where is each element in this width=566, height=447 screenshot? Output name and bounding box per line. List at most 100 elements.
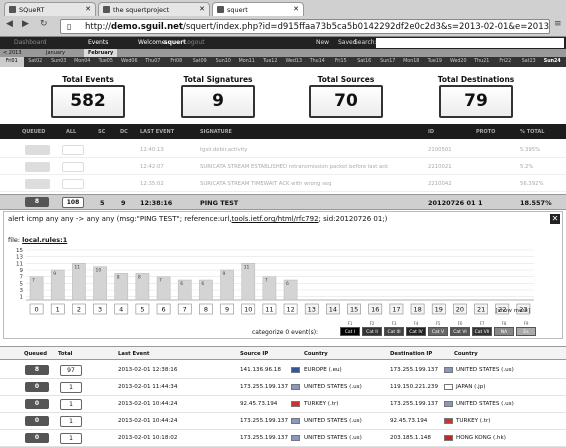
selected-event-row[interactable]: 8 108 5 9 12:38:16 PING TEST 20120726 01… — [0, 194, 566, 210]
category-button[interactable]: Cat VI — [450, 327, 470, 336]
queued-count-button[interactable]: 8 — [25, 365, 49, 375]
queued-count-button[interactable] — [25, 145, 50, 155]
event-row[interactable]: 12:42:07 SURICATA STREAM ESTABLISHED retr… — [0, 159, 566, 175]
category-button[interactable]: Cat V — [428, 327, 448, 336]
browser-tab-squert-active[interactable]: squert ✕ — [212, 2, 304, 16]
queued-count-button[interactable] — [25, 162, 50, 172]
category-button[interactable]: NA — [494, 327, 514, 336]
source-ip[interactable]: 173.255.199.137 — [240, 435, 288, 441]
category-button[interactable]: Cat I — [340, 327, 360, 336]
tab-events[interactable]: Events — [88, 39, 108, 46]
month-january[interactable]: January — [46, 50, 65, 56]
browser-tab-squert-1[interactable]: SQueRT ✕ — [4, 2, 96, 16]
close-tab-icon[interactable]: ✕ — [199, 5, 205, 13]
total-count-button[interactable]: 1 — [60, 399, 82, 410]
day-sun10[interactable]: Sun10 — [212, 57, 236, 67]
x-tick-label: 4 — [119, 306, 123, 314]
menu-icon[interactable]: ≡ — [554, 19, 562, 29]
day-fri15[interactable]: Fri15 — [329, 57, 353, 67]
forward-icon[interactable]: ▶ — [22, 19, 29, 29]
category-button[interactable]: Es — [516, 327, 536, 336]
queued-count-button[interactable]: 0 — [25, 382, 49, 392]
total-count-button[interactable]: 1 — [60, 433, 82, 444]
all-count-button[interactable] — [62, 145, 84, 155]
all-count-button[interactable] — [62, 162, 84, 172]
destination-ip[interactable]: 173.255.199.137 — [390, 367, 438, 373]
stat-label: Total Sources — [317, 75, 375, 84]
day-tue12[interactable]: Tue12 — [259, 57, 283, 67]
source-ip[interactable]: 173.255.199.137 — [240, 384, 288, 390]
day-sat16[interactable]: Sat16 — [353, 57, 377, 67]
day-wed06[interactable]: Wed06 — [118, 57, 142, 67]
day-mon04[interactable]: Mon04 — [71, 57, 95, 67]
day-thu14[interactable]: Thu14 — [306, 57, 330, 67]
total-count-button[interactable]: 97 — [60, 365, 82, 376]
total-count-button[interactable]: 1 — [60, 382, 82, 393]
close-tab-icon[interactable]: ✕ — [293, 5, 299, 13]
event-row[interactable]: 12:35:02 SURICATA STREAM TIMEWAIT ACK wit… — [0, 176, 566, 192]
year-nav[interactable]: < 2013 — [3, 50, 22, 56]
all-count-button[interactable] — [62, 179, 84, 189]
destination-ip[interactable]: 119.150.221.239 — [390, 384, 438, 390]
new-link[interactable]: New — [316, 39, 329, 46]
queued-count-button[interactable]: 0 — [25, 399, 49, 409]
day-wed20[interactable]: Wed20 — [447, 57, 471, 67]
x-tick-label: 13 — [308, 306, 316, 314]
browser-tab-squertproject[interactable]: the squertproject ✕ — [98, 2, 210, 16]
tab-dashboard[interactable]: Dashboard — [14, 39, 47, 46]
last-event-time: 2013-02-01 10:18:02 — [118, 435, 178, 441]
day-tue05[interactable]: Tue05 — [94, 57, 118, 67]
back-icon[interactable]: ◀ — [6, 19, 13, 29]
day-mon18[interactable]: Mon18 — [400, 57, 424, 67]
table-row[interactable]: 0 1 2013-02-01 10:44:24 173.255.199.137 UNIT… — [0, 413, 566, 430]
category-button[interactable]: Cat III — [384, 327, 404, 336]
category-button[interactable]: Cat IV — [406, 327, 426, 336]
day-tue19[interactable]: Tue19 — [423, 57, 447, 67]
month-february[interactable]: February — [84, 49, 118, 57]
address-bar[interactable]: ▯ http://demo.sguil.net/squert/index.php… — [60, 19, 550, 34]
day-fri22[interactable]: Fri22 — [494, 57, 518, 67]
day-sat23[interactable]: Sat23 — [517, 57, 541, 67]
event-row[interactable]: 12:40:13 tgsir.debir.activity 2100501 5.395… — [0, 142, 566, 158]
category-button[interactable]: Cat VII — [472, 327, 492, 336]
source-country: UNITED STATES (.us) — [304, 384, 362, 390]
stat-value: 70 — [309, 85, 383, 118]
destination-ip[interactable]: 173.255.199.137 — [390, 401, 438, 407]
day-thu21[interactable]: Thu21 — [470, 57, 494, 67]
queued-count-button[interactable]: 0 — [25, 416, 49, 426]
day-fri01[interactable]: Fri01 — [0, 57, 24, 67]
day-fri08[interactable]: Fri08 — [165, 57, 189, 67]
day-mon11[interactable]: Mon11 — [235, 57, 259, 67]
reference-link[interactable]: tools.ietf.org/html/rfc792 — [232, 215, 319, 223]
table-row[interactable]: 8 97 2013-02-01 12:38:16 141.136.96.18 EUROP… — [0, 362, 566, 379]
day-sun17[interactable]: Sun17 — [376, 57, 400, 67]
table-row[interactable]: 0 1 2013-02-01 10:18:02 173.255.199.137 UNIT… — [0, 430, 566, 447]
queued-count-button[interactable]: 8 — [25, 197, 49, 207]
table-row[interactable]: 0 1 2013-02-01 10:44:24 92.45.73.194 TURKEY … — [0, 396, 566, 413]
all-count-button[interactable]: 108 — [62, 197, 84, 208]
show-more-link[interactable]: [show more] — [495, 308, 530, 314]
category-button[interactable]: Cat II — [362, 327, 382, 336]
day-sun03[interactable]: Sun03 — [47, 57, 71, 67]
queued-count-button[interactable]: 0 — [25, 433, 49, 443]
table-row[interactable]: 0 1 2013-02-01 11:44:34 173.255.199.137 UNIT… — [0, 379, 566, 396]
destination-ip[interactable]: 203.185.1.148 — [390, 435, 431, 441]
source-ip[interactable]: 173.255.199.137 — [240, 418, 288, 424]
source-ip[interactable]: 141.136.96.18 — [240, 367, 281, 373]
destination-ip[interactable]: 92.45.73.194 — [390, 418, 427, 424]
close-icon[interactable]: ✕ — [550, 214, 560, 224]
close-tab-icon[interactable]: ✕ — [85, 5, 91, 13]
bar-value-label: 11 — [244, 264, 250, 270]
x-tick-label: 19 — [435, 306, 443, 314]
logout-link[interactable]: Logout — [184, 39, 205, 46]
day-thu07[interactable]: Thu07 — [141, 57, 165, 67]
queued-count-button[interactable] — [25, 179, 50, 189]
total-count-button[interactable]: 1 — [60, 416, 82, 427]
day-sat02[interactable]: Sat02 — [24, 57, 48, 67]
day-sun24[interactable]: Sun24 — [541, 57, 565, 67]
day-wed13[interactable]: Wed13 — [282, 57, 306, 67]
source-ip[interactable]: 92.45.73.194 — [240, 401, 277, 407]
day-sat09[interactable]: Sat09 — [188, 57, 212, 67]
search-input[interactable] — [376, 38, 564, 48]
reload-icon[interactable]: ↻ — [40, 19, 48, 29]
